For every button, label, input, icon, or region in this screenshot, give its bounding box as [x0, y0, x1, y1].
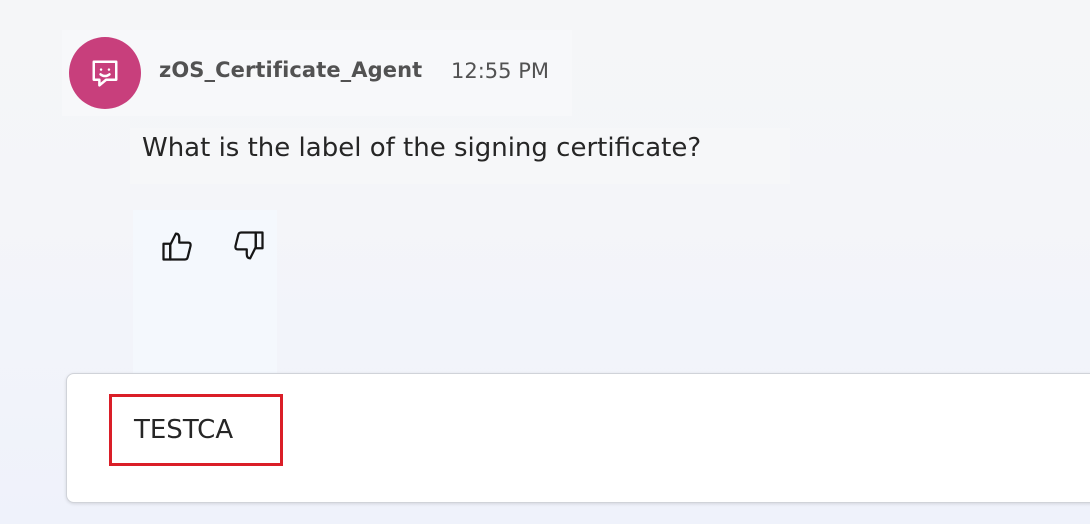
thumbs-up-icon	[162, 232, 192, 261]
message-header: zOS_Certificate_Agent 12:55 PM	[62, 30, 572, 116]
agent-name: zOS_Certificate_Agent	[159, 58, 423, 82]
thumbs-down-button[interactable]	[229, 226, 269, 266]
chat-input-container: TESTCA	[66, 373, 1090, 503]
message-timestamp: 12:55 PM	[451, 59, 549, 83]
message-text: What is the label of the signing certifi…	[142, 133, 702, 163]
feedback-actions	[133, 210, 277, 380]
chat-input-field[interactable]: TESTCA	[109, 394, 283, 466]
chat-bot-icon	[92, 60, 118, 87]
thumbs-up-button[interactable]	[157, 226, 197, 266]
message-bubble: What is the label of the signing certifi…	[130, 128, 790, 184]
thumbs-down-icon	[234, 231, 264, 260]
agent-avatar	[69, 37, 141, 109]
